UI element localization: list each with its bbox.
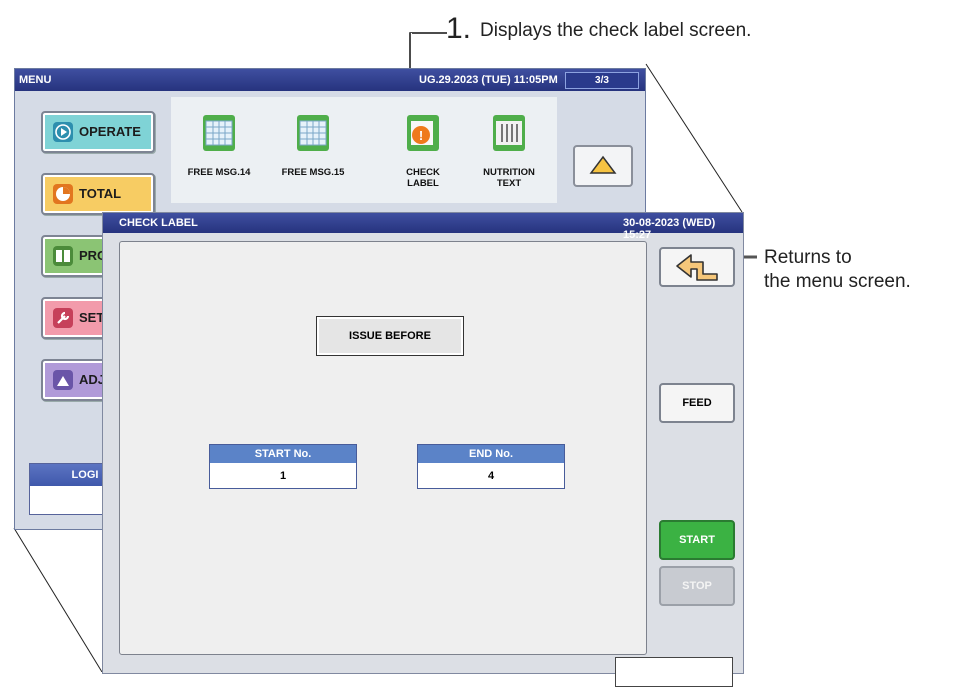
- free-msg-15-label: FREE MSG.15: [281, 167, 345, 178]
- start-no-field[interactable]: START No. 1: [209, 444, 357, 489]
- check-label-caption: CHECK LABEL: [406, 167, 440, 189]
- end-no-label: END No.: [418, 445, 564, 463]
- issue-before-button[interactable]: ISSUE BEFORE: [316, 316, 464, 356]
- check-title: CHECK LABEL: [119, 217, 198, 229]
- check-label-screen: CHECK LABEL 30-08-2023 (WED) 15:27 ISSUE…: [102, 212, 744, 687]
- end-no-field[interactable]: END No. 4: [417, 444, 565, 489]
- menu-datetime: UG.29.2023 (TUE) 11:05PM: [419, 74, 558, 86]
- scroll-up-button[interactable]: [573, 145, 633, 187]
- end-no-value: 4: [487, 470, 495, 482]
- free-msg-15-tile[interactable]: FREE MSG.15: [273, 115, 353, 195]
- status-box: [615, 657, 733, 687]
- nutrition-text-caption: NUTRITION TEXT: [483, 167, 535, 189]
- total-button[interactable]: TOTAL: [41, 173, 155, 215]
- operate-label: OPERATE: [79, 124, 141, 139]
- operate-button[interactable]: OPERATE: [41, 111, 155, 153]
- check-title-bar: CHECK LABEL 30-08-2023 (WED) 15:27: [103, 213, 743, 241]
- menu-icon-panel: FREE MSG.14 FREE MSG.15 ! CHECK LABEL NU…: [171, 97, 557, 203]
- stop-button[interactable]: STOP: [659, 566, 735, 606]
- start-no-value: 1: [279, 470, 287, 482]
- svg-text:!: !: [419, 128, 423, 143]
- scale-adjust-icon: [53, 370, 73, 390]
- callout-returns-line1: Returns to: [764, 247, 852, 268]
- grid-table-icon: [203, 115, 235, 151]
- total-label: TOTAL: [79, 186, 122, 201]
- check-body-panel: ISSUE BEFORE START No. 1 END No. 4: [119, 241, 647, 655]
- nutrition-icon: [493, 115, 525, 151]
- callout-returns-line2: the menu screen.: [764, 271, 911, 292]
- start-button[interactable]: START: [659, 520, 735, 560]
- play-icon: [53, 122, 73, 142]
- menu-page-indicator: 3/3: [565, 72, 639, 89]
- free-msg-14-label: FREE MSG.14: [187, 167, 251, 178]
- feed-button[interactable]: FEED: [659, 383, 735, 423]
- book-icon: [53, 246, 73, 266]
- menu-title-bar: MENU UG.29.2023 (TUE) 11:05PM 3/3: [15, 69, 645, 91]
- callout-step-text: Displays the check label screen.: [480, 20, 752, 41]
- check-label-tile[interactable]: ! CHECK LABEL: [383, 115, 463, 195]
- grid-table-icon: [297, 115, 329, 151]
- callout-step-number: 1.: [446, 12, 472, 45]
- triangle-up-icon: [589, 155, 617, 174]
- check-datetime: 30-08-2023 (WED) 15:27: [623, 217, 716, 241]
- free-msg-14-tile[interactable]: FREE MSG.14: [179, 115, 259, 195]
- start-no-label: START No.: [210, 445, 356, 463]
- wrench-icon: [53, 308, 73, 328]
- return-button[interactable]: [659, 247, 735, 287]
- nutrition-text-tile[interactable]: NUTRITION TEXT: [469, 115, 549, 195]
- pie-chart-icon: [53, 184, 73, 204]
- menu-title: MENU: [19, 74, 52, 86]
- return-arrow-icon: [676, 254, 718, 281]
- check-label-icon: !: [407, 115, 439, 151]
